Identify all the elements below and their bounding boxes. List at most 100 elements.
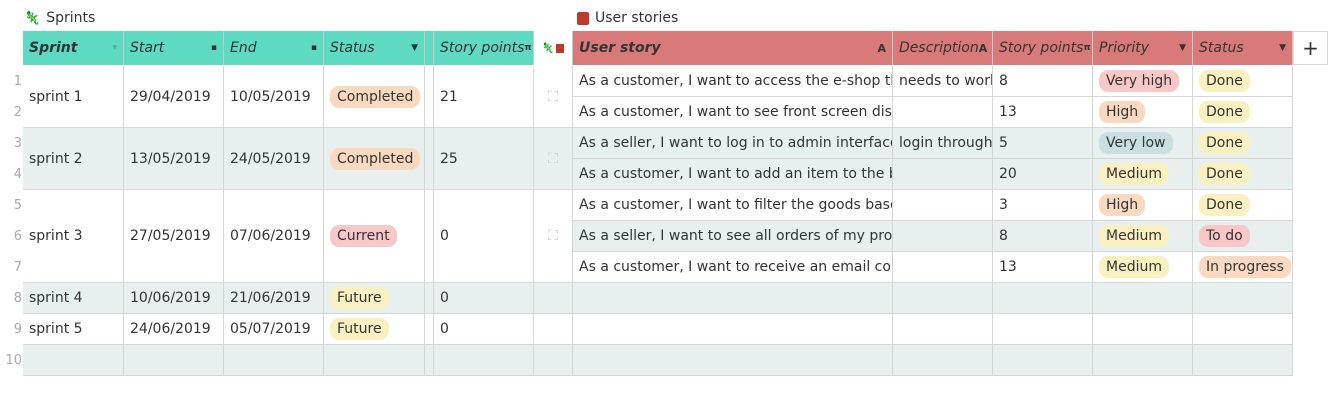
priority-badge: Very high <box>1099 70 1180 92</box>
description-cell[interactable]: needs to work <box>893 66 993 97</box>
column-header-status[interactable]: Status ▼ <box>324 31 425 65</box>
story-points-cell[interactable]: 25 <box>434 128 534 190</box>
description-cell[interactable] <box>893 159 993 190</box>
column-header-end[interactable]: End ▪ <box>224 31 324 65</box>
column-header-user-story[interactable]: User story A <box>573 31 893 65</box>
column-header-story-points[interactable]: Story points π <box>434 31 534 65</box>
sprints-title: Sprints <box>46 10 96 26</box>
text-type-icon: A <box>978 41 988 55</box>
story-status-cell[interactable]: To do <box>1193 221 1293 252</box>
end-date-cell[interactable]: 07/06/2019 <box>224 190 324 283</box>
start-date-cell[interactable]: 13/05/2019 <box>124 128 224 190</box>
sort-icon: ▾ <box>112 43 117 53</box>
priority-cell[interactable]: Very low <box>1093 128 1193 159</box>
story-points-cell[interactable]: 21 <box>434 66 534 128</box>
column-header-status-2[interactable]: Status ▼ <box>1193 31 1293 65</box>
sprints-link-icon: 🦎 <box>541 42 555 54</box>
user-story-cell[interactable]: As a customer, I want to add an item to … <box>573 159 893 190</box>
sprint-status-cell[interactable]: Current <box>324 190 425 283</box>
story-status-cell[interactable]: Done <box>1193 190 1293 221</box>
column-header-story-points-2[interactable]: Story points π <box>993 31 1093 65</box>
start-date-cell[interactable]: 27/05/2019 <box>124 190 224 283</box>
story-status-cell[interactable]: Done <box>1193 128 1293 159</box>
status-badge: Future <box>330 318 389 340</box>
priority-cell[interactable]: Very high <box>1093 66 1193 97</box>
dropdown-icon: ▼ <box>411 43 418 53</box>
new-row-cell[interactable] <box>124 345 224 376</box>
start-date-cell[interactable]: 10/06/2019 <box>124 283 224 314</box>
user-story-cell[interactable]: As a seller, I want to log in to admin i… <box>573 128 893 159</box>
expand-icon[interactable]: ⛶ <box>534 66 573 128</box>
new-row-cell[interactable] <box>224 345 324 376</box>
story-status-cell[interactable]: Done <box>1193 159 1293 190</box>
sprint-name-cell[interactable]: sprint 3 <box>23 190 124 283</box>
expand-icon[interactable]: ⛶ <box>534 128 573 190</box>
expand-icon[interactable]: ⛶ <box>534 190 573 283</box>
description-cell[interactable] <box>893 190 993 221</box>
column-header-description[interactable]: Description A <box>893 31 993 65</box>
story-status-cell[interactable]: In progress <box>1193 252 1293 283</box>
stories-link-icon <box>556 43 565 53</box>
sprint-status-cell[interactable]: Completed <box>324 128 425 190</box>
sprint-name-cell[interactable]: sprint 4 <box>23 283 124 314</box>
linked-widget-icons: 🦎 <box>534 31 573 65</box>
end-date-cell[interactable]: 05/07/2019 <box>224 314 324 345</box>
end-date-cell[interactable]: 24/05/2019 <box>224 128 324 190</box>
description-cell[interactable]: login through <box>893 128 993 159</box>
add-column-button[interactable]: + <box>1293 31 1328 65</box>
description-cell[interactable] <box>893 252 993 283</box>
row-number: 2 <box>13 105 22 120</box>
user-story-cell[interactable]: As a customer, I want to access the e-sh… <box>573 66 893 97</box>
story-points-cell[interactable]: 0 <box>434 314 534 345</box>
sprint-name-cell[interactable]: sprint 1 <box>23 66 124 128</box>
story-points-cell[interactable]: 0 <box>434 190 534 283</box>
sprint-name-cell[interactable]: sprint 5 <box>23 314 124 345</box>
spacer-cell <box>425 283 434 314</box>
column-header-sprint[interactable]: Sprint ▾ <box>23 31 124 65</box>
user-story-cell[interactable]: As a customer, I want to filter the good… <box>573 190 893 221</box>
priority-cell[interactable]: Medium <box>1093 221 1193 252</box>
user-stories-title: User stories <box>595 10 679 26</box>
user-story-cell[interactable]: As a seller, I want to see all orders of… <box>573 221 893 252</box>
story-points-cell[interactable]: 20 <box>993 159 1093 190</box>
priority-cell[interactable]: Medium <box>1093 252 1193 283</box>
sprint-status-cell[interactable]: Future <box>324 283 425 314</box>
story-points-cell[interactable]: 3 <box>993 190 1093 221</box>
story-status-cell[interactable]: Done <box>1193 97 1293 128</box>
new-row-cell[interactable] <box>434 345 534 376</box>
story-points-cell[interactable]: 13 <box>993 252 1093 283</box>
priority-cell[interactable]: Medium <box>1093 159 1193 190</box>
user-stories-caption[interactable]: User stories <box>577 10 678 26</box>
story-points-cell[interactable]: 8 <box>993 221 1093 252</box>
sprint-status-cell[interactable]: Future <box>324 314 425 345</box>
sprint-status-cell[interactable]: Completed <box>324 66 425 128</box>
user-story-cell[interactable]: As a customer, I want to receive an emai… <box>573 252 893 283</box>
story-points-cell[interactable]: 5 <box>993 128 1093 159</box>
priority-cell[interactable]: High <box>1093 190 1193 221</box>
description-cell[interactable] <box>893 97 993 128</box>
end-date-cell[interactable]: 10/05/2019 <box>224 66 324 128</box>
sprints-caption[interactable]: 🦎 Sprints <box>24 10 95 26</box>
story-points-cell[interactable]: 13 <box>993 97 1093 128</box>
column-header-start[interactable]: Start ▪ <box>124 31 224 65</box>
story-points-cell[interactable]: 0 <box>434 283 534 314</box>
row-number: 1 <box>13 74 22 89</box>
start-date-cell[interactable]: 24/06/2019 <box>124 314 224 345</box>
priority-cell[interactable]: High <box>1093 97 1193 128</box>
empty-cell <box>893 283 993 314</box>
status-badge: Done <box>1199 70 1250 92</box>
new-row-cell[interactable] <box>23 345 124 376</box>
status-badge: Done <box>1199 101 1250 123</box>
spacer-cell <box>425 128 434 190</box>
new-row-cell[interactable] <box>324 345 425 376</box>
sprint-name-cell[interactable]: sprint 2 <box>23 128 124 190</box>
description-cell[interactable] <box>893 221 993 252</box>
column-resize-handle[interactable] <box>425 31 434 65</box>
end-date-cell[interactable]: 21/06/2019 <box>224 283 324 314</box>
column-header-priority[interactable]: Priority ▼ <box>1093 31 1193 65</box>
empty-cell <box>1093 283 1193 314</box>
start-date-cell[interactable]: 29/04/2019 <box>124 66 224 128</box>
user-story-cell[interactable]: As a customer, I want to see front scree… <box>573 97 893 128</box>
story-status-cell[interactable]: Done <box>1193 66 1293 97</box>
story-points-cell[interactable]: 8 <box>993 66 1093 97</box>
